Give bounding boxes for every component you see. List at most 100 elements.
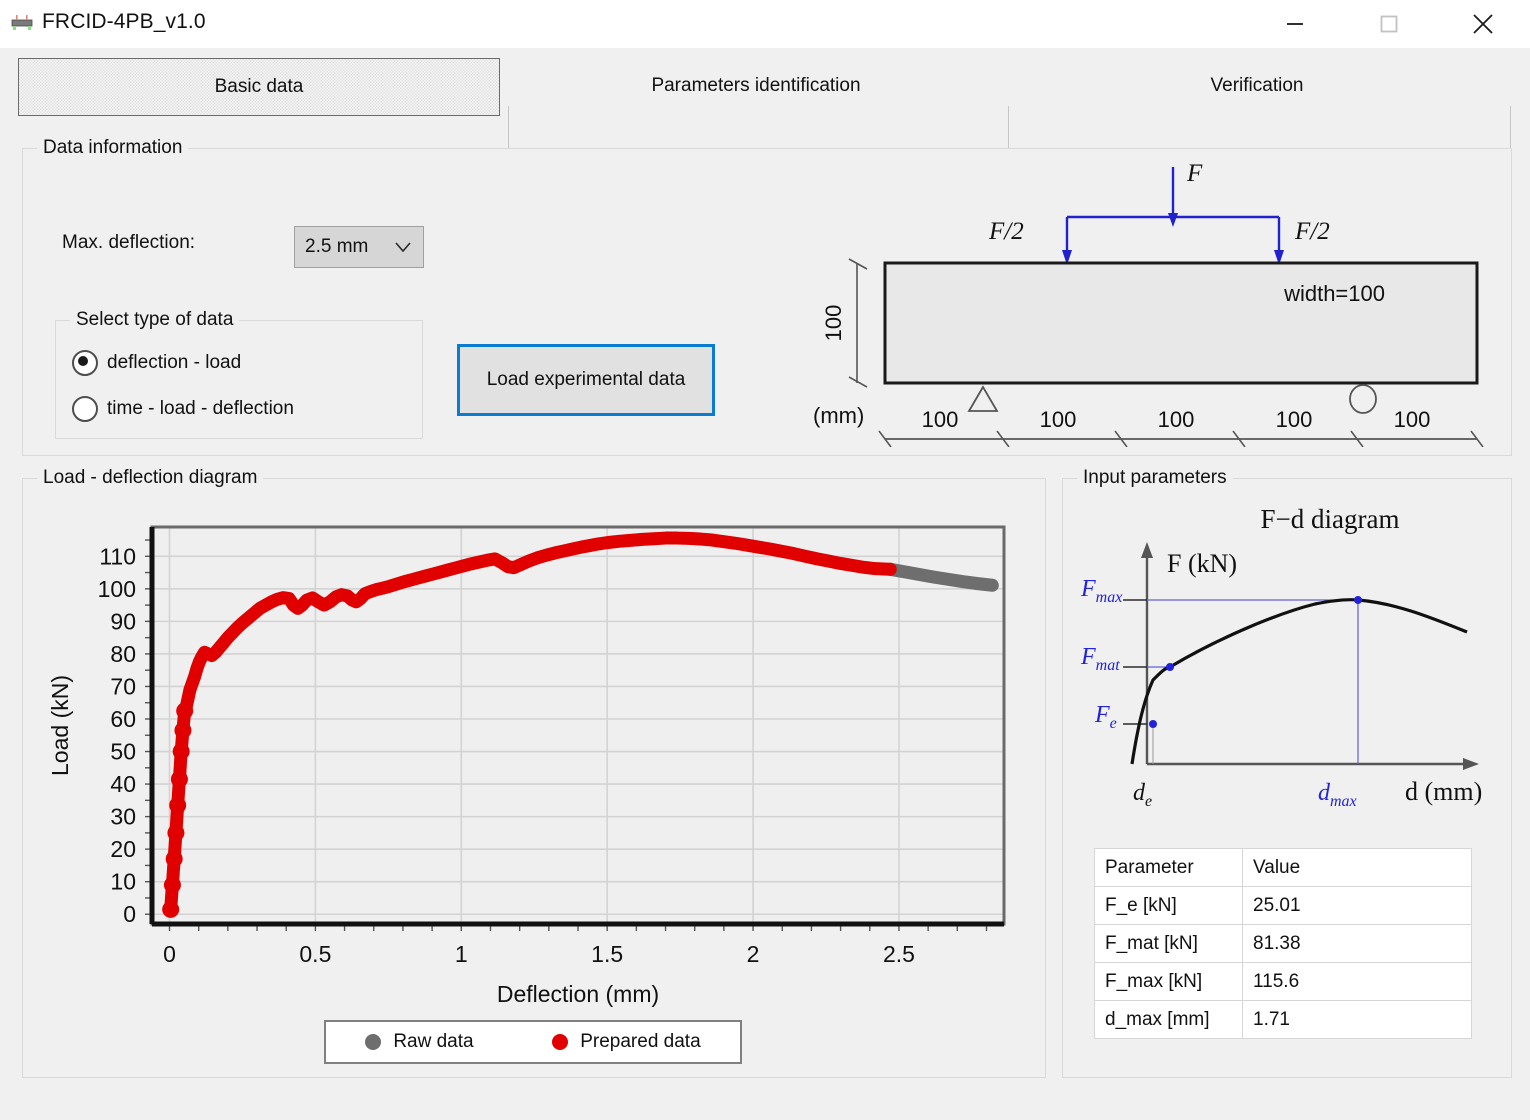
- cell-value: 115.6: [1242, 962, 1472, 1001]
- beam-schematic: F F/2 F/2 width=100 100 (mm) 100 100 100…: [813, 160, 1484, 447]
- data-information-label: Data information: [37, 137, 189, 159]
- span-label-2: 100: [1040, 407, 1077, 432]
- fd-y-axis-label: F (kN): [1167, 549, 1237, 578]
- minimize-button[interactable]: [1248, 0, 1342, 48]
- y-tick-label: 100: [98, 576, 136, 602]
- fd-x-axis-arrow: [1463, 758, 1479, 770]
- legend-item-raw-data: Raw data: [365, 1031, 474, 1053]
- data-point-prepared: [163, 876, 181, 894]
- cell-parameter: F_max [kN]: [1094, 962, 1243, 1001]
- y-tick-label: 40: [110, 771, 136, 797]
- fd-label-fmax: Fmax: [1080, 576, 1122, 606]
- cell-value: 1.71: [1242, 1000, 1472, 1039]
- input-parameters-label: Input parameters: [1077, 467, 1233, 489]
- y-tick-label: 50: [110, 739, 136, 765]
- y-tick-label: 110: [99, 543, 136, 569]
- radio-time-load-deflection-label: time - load - deflection: [107, 398, 294, 419]
- data-point-prepared: [176, 702, 194, 720]
- height-tick-top: [848, 258, 868, 270]
- radio-time-load-deflection[interactable]: time - load - deflection: [72, 396, 294, 422]
- y-tick-label: 0: [123, 901, 136, 927]
- radio-marker-selected: [72, 350, 98, 376]
- fd-point-fe: [1149, 720, 1157, 728]
- data-point-prepared: [167, 824, 185, 842]
- radio-deflection-load[interactable]: deflection - load: [72, 350, 241, 376]
- fd-y-axis-arrow: [1141, 542, 1153, 558]
- minimize-icon: [1287, 23, 1303, 25]
- x-tick-label: 0: [163, 941, 176, 967]
- table-row: F_max [kN] 115.6: [1094, 962, 1472, 1001]
- fd-label-de: de: [1133, 780, 1152, 810]
- x-axis-label: Deflection (mm): [497, 981, 659, 1007]
- maximize-button[interactable]: [1342, 0, 1436, 48]
- fd-point-fmat: [1166, 663, 1174, 671]
- load-experimental-data-button[interactable]: Load experimental data: [457, 344, 715, 416]
- fd-label-dmax: dmax: [1318, 780, 1357, 810]
- legend-label-raw: Raw data: [393, 1031, 474, 1052]
- force-label: F: [1186, 160, 1203, 187]
- beam-body: [883, 261, 1479, 385]
- span-label-4: 100: [1276, 407, 1313, 432]
- radio-marker-unselected: [72, 396, 98, 422]
- max-deflection-label: Max. deflection:: [62, 232, 196, 253]
- fd-diagram: F−d diagram F (kN) d (mm) Fmax Fmat Fe d…: [1080, 504, 1482, 810]
- data-point-prepared: [165, 850, 183, 868]
- y-tick-label: 90: [110, 608, 136, 634]
- table-row: F_mat [kN] 81.38: [1094, 924, 1472, 963]
- max-deflection-combobox[interactable]: 2.5 mm: [294, 226, 424, 268]
- table-row: F_e [kN] 25.01: [1094, 886, 1472, 925]
- pin-support-icon: [967, 385, 999, 412]
- load-deflection-chart: 0 10 20 30 40 50 60 70 80 90 100 110 0 0.5 1 1.5 2 2.5 Def…: [22, 478, 1044, 1076]
- span-label-5: 100: [1394, 407, 1431, 432]
- cell-parameter: F_mat [kN]: [1094, 924, 1243, 963]
- radio-deflection-load-label: deflection - load: [107, 352, 242, 373]
- fd-diagram-title: F−d diagram: [1261, 504, 1400, 534]
- x-tick-label: 2: [747, 941, 760, 967]
- cell-value: 81.38: [1242, 924, 1472, 963]
- cell-parameter: d_max [mm]: [1094, 1000, 1243, 1039]
- legend-dot-prepared: [552, 1034, 569, 1050]
- beam-width-label: width=100: [1283, 281, 1385, 306]
- application-window: FRCID-4PB_v1.0 Basic data Parameters ide…: [0, 0, 1530, 1120]
- cell-parameter: F_e [kN]: [1094, 886, 1243, 925]
- data-point-prepared: [170, 770, 188, 788]
- chart-legend: Raw data Prepared data: [324, 1020, 742, 1064]
- y-axis-label: Load (kN): [47, 675, 73, 776]
- roller-support-icon: [1349, 384, 1377, 414]
- y-tick-label: 30: [110, 804, 136, 830]
- fd-label-fe: Fe: [1094, 702, 1117, 732]
- x-tick-label: 0.5: [299, 941, 331, 967]
- tab-strip: Basic data Parameters identification Ver…: [0, 48, 1530, 166]
- max-deflection-value: 2.5 mm: [305, 236, 369, 257]
- y-tick-label: 70: [110, 673, 136, 699]
- y-tick-label: 10: [110, 869, 136, 895]
- x-tick-label: 1: [455, 941, 468, 967]
- legend-item-prepared-data: Prepared data: [552, 1031, 701, 1053]
- fd-x-axis-label: d (mm): [1405, 777, 1482, 806]
- span-label-3: 100: [1158, 407, 1195, 432]
- table-row: d_max [mm] 1.71: [1094, 1000, 1472, 1039]
- half-force-right-label: F/2: [1294, 218, 1330, 245]
- fd-curve: [1130, 598, 1468, 765]
- span-label-1: 100: [922, 407, 959, 432]
- tab-parameters-identification[interactable]: Parameters identification: [510, 58, 1002, 114]
- unit-label: (mm): [813, 403, 864, 428]
- height-tick-bottom: [848, 376, 868, 388]
- beam-icon: [11, 15, 33, 30]
- close-button[interactable]: [1436, 0, 1530, 48]
- header-value: Value: [1242, 848, 1472, 887]
- data-point-prepared: [172, 743, 190, 761]
- load-deflection-chart-svg: 0 10 20 30 40 50 60 70 80 90 100 110 0 0.5 1 1.5 2 2.5 Def…: [47, 525, 1006, 1007]
- half-force-left-label: F/2: [988, 218, 1024, 245]
- tab-verification[interactable]: Verification: [1012, 58, 1502, 114]
- select-type-of-data-label: Select type of data: [70, 309, 240, 331]
- y-tick-label: 80: [110, 641, 136, 667]
- x-tick-label: 2.5: [883, 941, 915, 967]
- table-header-row: Parameter Value: [1094, 848, 1472, 887]
- tab-basic-data[interactable]: Basic data: [18, 58, 500, 116]
- plot-area-background: [152, 527, 1004, 924]
- chevron-down-icon: [395, 242, 411, 253]
- data-point-prepared: [169, 796, 187, 814]
- data-point-prepared: [174, 721, 192, 739]
- fd-label-fmat: Fmat: [1080, 644, 1120, 674]
